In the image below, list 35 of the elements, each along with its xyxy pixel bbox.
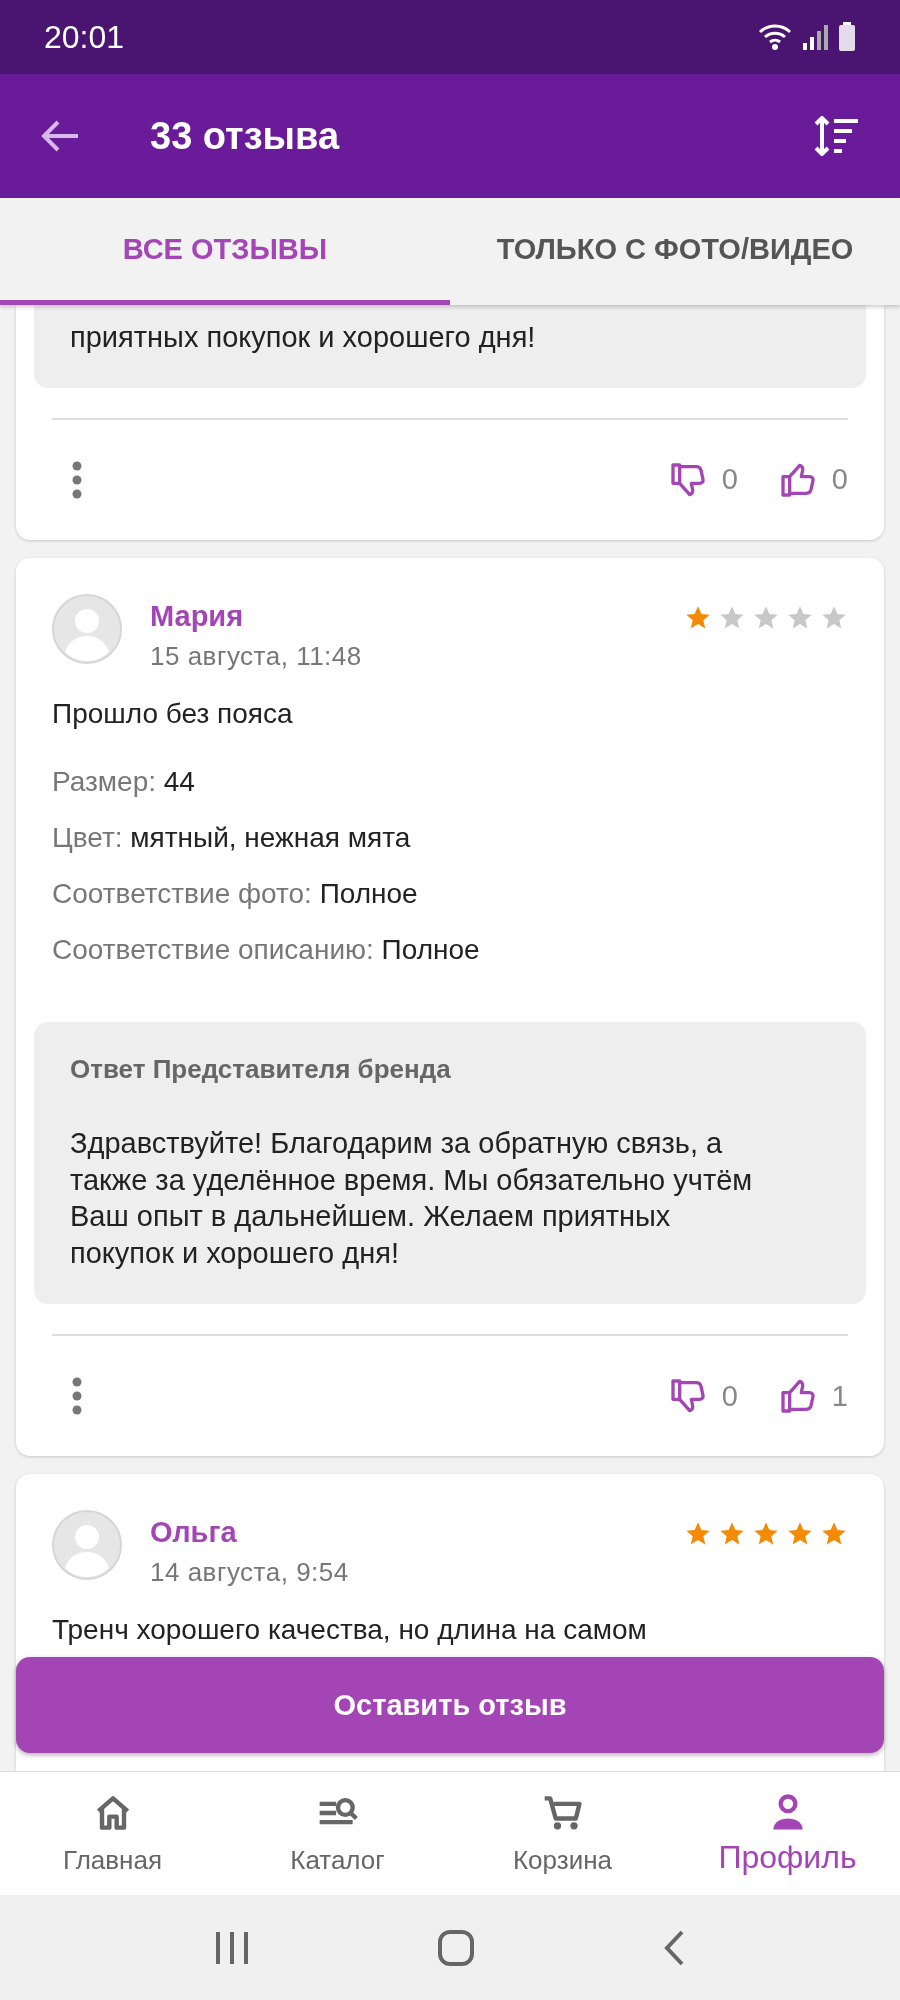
back-icon[interactable]	[663, 1929, 686, 1966]
avatar-icon	[52, 1510, 122, 1581]
tab[interactable]: ТОЛЬКО С ФОТО/ВИДЕО	[450, 198, 900, 305]
home-button-icon[interactable]	[438, 1929, 474, 1966]
like-button[interactable]: 1	[777, 1376, 848, 1417]
review-detail: Соответствие фото: Полное	[52, 877, 419, 910]
dislike-button[interactable]: 0	[667, 1376, 738, 1417]
review-text: Прошло без пояса	[52, 697, 294, 730]
recent-apps-icon[interactable]	[214, 1931, 249, 1964]
nav-item[interactable]: Главная	[0, 1772, 225, 1895]
author-name: Ольга	[150, 1516, 238, 1550]
review-date: 14 августа, 9:54	[150, 1557, 350, 1589]
review-date: 15 августа, 11:48	[150, 640, 363, 672]
sort-icon[interactable]	[814, 116, 860, 156]
status-time: 20:01	[44, 18, 125, 56]
nav-item[interactable]: Корзина	[450, 1772, 675, 1895]
nav-item[interactable]: Профиль	[675, 1772, 900, 1895]
review-text: Тренч хорошего качества, но длина на самом	[52, 1614, 648, 1647]
dislike-button[interactable]: 0	[667, 459, 738, 500]
reply-title: Ответ Представителя бренда	[70, 1053, 452, 1085]
review-detail: Размер: 44	[52, 765, 196, 798]
wifi-icon	[758, 23, 792, 51]
leave-review-button[interactable]: Оставить отзыв	[16, 1657, 884, 1753]
review-detail: Соответствие описанию: Полное	[52, 933, 481, 966]
like-button[interactable]: 0	[777, 459, 848, 500]
battery-icon	[838, 22, 856, 52]
review-detail: Цвет: мятный, нежная мята	[52, 821, 412, 854]
signal-icon	[802, 23, 828, 51]
screen-title: 33 отзыва	[150, 114, 341, 158]
avatar-icon	[52, 593, 122, 664]
reply-text: приятных покупок и хорошего дня!	[70, 320, 537, 355]
author-name: Мария	[150, 599, 245, 633]
nav-item[interactable]: Каталог	[225, 1772, 450, 1895]
back-arrow-icon[interactable]	[40, 119, 80, 153]
reply-text: Здравствуйте! Благодарим за обратную связь, а также за уделённое время. Мы обязательно учтём Ваш опыт в дальнейшем. Желаем приятных покупок и хорошего дня!	[70, 1125, 754, 1272]
